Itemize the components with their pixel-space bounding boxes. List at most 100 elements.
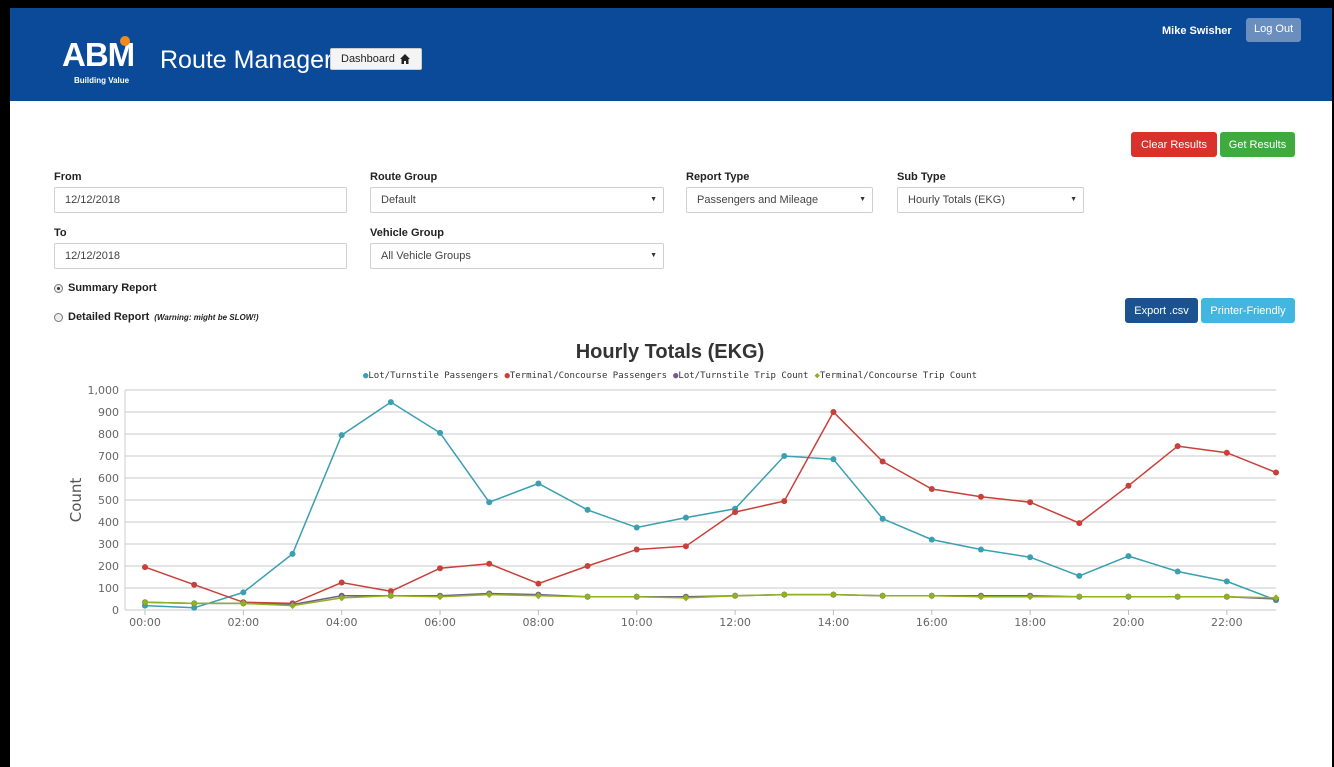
sub-type-value: Hourly Totals (EKG) <box>908 194 1005 206</box>
caret-down-icon: ▼ <box>650 252 657 259</box>
x-tick-label: 22:00 <box>1211 616 1243 629</box>
vehicle-group-select[interactable]: All Vehicle Groups ▼ <box>370 243 664 269</box>
window-frame-top <box>0 0 1334 8</box>
data-point <box>1174 593 1182 601</box>
data-point <box>1223 578 1230 585</box>
series-line <box>144 401 1277 609</box>
caret-down-icon: ▼ <box>859 196 866 203</box>
hourly-totals-chart: 0 100 200 300 400 500 600 700 800 900 1,000 00:00 02… <box>50 335 1290 635</box>
data-point <box>1273 469 1279 476</box>
data-point <box>1076 572 1083 579</box>
data-point <box>486 499 493 506</box>
summary-report-option[interactable]: Summary Report <box>54 282 157 294</box>
vehicle-group-value: All Vehicle Groups <box>381 250 471 262</box>
route-group-select[interactable]: Default ▼ <box>370 187 664 213</box>
clear-results-button[interactable]: Clear Results <box>1131 132 1217 157</box>
route-group-label: Route Group <box>370 171 438 183</box>
data-point <box>1124 593 1132 601</box>
y-tick-label: 600 <box>98 472 119 485</box>
x-tick-label: 20:00 <box>1113 616 1145 629</box>
data-point <box>289 550 296 557</box>
y-tick-label: 100 <box>98 582 119 595</box>
data-point <box>1174 443 1181 450</box>
detailed-report-option[interactable]: Detailed Report (Warning: might be SLOW!… <box>54 311 259 323</box>
data-point <box>584 506 591 513</box>
chart-title: Hourly Totals (EKG) <box>575 341 765 363</box>
legend-item[interactable]: ◆Terminal/Concourse Trip Count <box>814 371 977 381</box>
data-point <box>1075 593 1083 601</box>
legend-item[interactable]: ●Lot/Turnstile Passengers <box>363 371 498 381</box>
data-point <box>535 580 542 587</box>
export-csv-button[interactable]: Export .csv <box>1125 298 1198 323</box>
data-point <box>780 591 788 599</box>
data-point <box>338 579 345 586</box>
vehicle-group-label: Vehicle Group <box>370 227 444 239</box>
data-point <box>240 589 247 596</box>
dashboard-button[interactable]: Dashboard <box>330 48 422 70</box>
route-group-value: Default <box>381 194 416 206</box>
to-date-field[interactable]: 12/12/2018 <box>54 243 347 269</box>
data-point <box>829 591 837 599</box>
y-tick-label: 0 <box>112 604 119 617</box>
window-frame-left <box>0 0 10 767</box>
x-tick-label: 04:00 <box>326 616 358 629</box>
x-tick-label: 18:00 <box>1014 616 1046 629</box>
data-point <box>1125 553 1132 560</box>
data-point <box>928 536 935 543</box>
data-point <box>1125 482 1132 489</box>
report-type-value: Passengers and Mileage <box>697 194 819 206</box>
from-date-field[interactable]: 12/12/2018 <box>54 187 347 213</box>
app-title: Route Manager <box>160 46 333 74</box>
printer-friendly-button[interactable]: Printer-Friendly <box>1201 298 1295 323</box>
data-point <box>830 409 837 415</box>
detailed-report-label: Detailed Report <box>68 311 150 323</box>
data-point <box>584 563 591 569</box>
data-point <box>682 543 689 550</box>
legend-label: Terminal/Concourse Passengers <box>509 371 667 381</box>
abm-logo[interactable]: ABM Building Value <box>62 36 152 92</box>
sub-type-select[interactable]: Hourly Totals (EKG) ▼ <box>897 187 1084 213</box>
y-axis-label: Count <box>67 478 85 523</box>
get-results-button[interactable]: Get Results <box>1220 132 1295 157</box>
detailed-report-warning: (Warning: might be SLOW!) <box>154 312 259 322</box>
data-point <box>437 429 444 436</box>
y-tick-label: 700 <box>98 450 119 463</box>
y-tick-label: 900 <box>98 406 119 419</box>
data-point <box>142 564 148 571</box>
y-tick-label: 800 <box>98 428 119 441</box>
data-point <box>781 498 788 505</box>
data-point <box>191 581 198 588</box>
data-point <box>584 593 592 601</box>
from-label: From <box>54 171 82 183</box>
caret-down-icon: ▼ <box>650 196 657 203</box>
data-point <box>387 592 395 600</box>
legend-label: Terminal/Concourse Trip Count <box>819 371 978 381</box>
legend-item[interactable]: ●Terminal/Concourse Passengers <box>504 371 667 381</box>
legend-item[interactable]: ●Lot/Turnstile Trip Count <box>673 371 808 381</box>
report-type-label: Report Type <box>686 171 750 183</box>
user-name: Mike Swisher <box>1162 25 1232 37</box>
x-tick-label: 12:00 <box>719 616 751 629</box>
report-type-select[interactable]: Passengers and Mileage ▼ <box>686 187 873 213</box>
sub-type-label: Sub Type <box>897 171 946 183</box>
to-label: To <box>54 227 67 239</box>
y-tick-label: 400 <box>98 516 119 529</box>
chart-legend: ●Lot/Turnstile Passengers ●Terminal/Conco… <box>50 371 1290 381</box>
legend-label: Lot/Turnstile Passengers <box>368 371 499 381</box>
caret-down-icon: ▼ <box>1070 196 1077 203</box>
x-tick-label: 08:00 <box>523 616 555 629</box>
data-point <box>1223 593 1231 601</box>
data-point <box>387 399 394 406</box>
data-point <box>879 458 886 465</box>
data-point <box>928 486 935 492</box>
data-point <box>633 546 640 553</box>
detailed-report-radio[interactable] <box>54 312 63 322</box>
data-point <box>731 592 739 600</box>
logout-button[interactable]: Log Out <box>1246 18 1302 42</box>
data-point <box>190 599 198 607</box>
data-point <box>1027 499 1034 506</box>
summary-report-radio[interactable] <box>54 283 63 293</box>
logo-dot-icon <box>120 36 130 46</box>
app-header: ABM Building Value Route Manager Dashboa… <box>10 8 1332 101</box>
legend-label: Lot/Turnstile Trip Count <box>678 371 809 381</box>
